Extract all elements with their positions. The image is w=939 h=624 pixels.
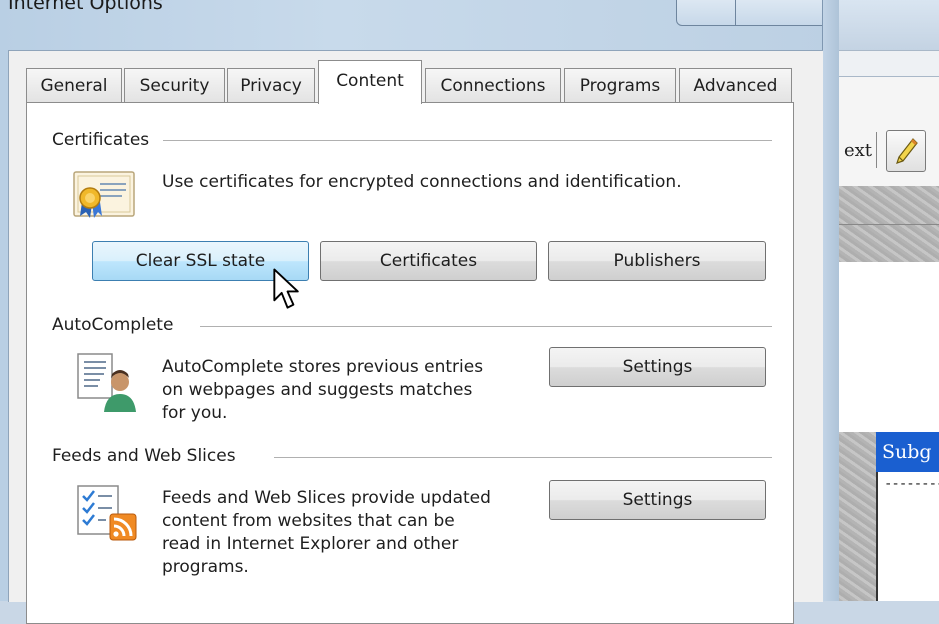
toolbar-separator [876,132,877,168]
tab-programs[interactable]: Programs [564,68,676,102]
mouse-pointer-icon [273,268,299,309]
background-menu-band [838,50,939,77]
group-divider [160,140,772,141]
feeds-description-line: content from websites that can be [162,511,455,531]
tab-connections[interactable]: Connections [425,68,561,102]
pencil-button[interactable] [886,130,926,172]
group-divider [274,457,772,458]
tab-content[interactable]: Content [318,60,422,104]
tab-security[interactable]: Security [124,68,225,102]
background-window: ext Subg -------- [838,0,939,601]
tab-privacy[interactable]: Privacy [227,68,315,102]
certificates-description: Use certificates for encrypted connectio… [162,172,682,192]
autocomplete-description-line: on webpages and suggests matches [162,380,473,400]
background-stone-band [838,186,939,224]
feeds-description: Feeds and Web Slices provide updated con… [162,487,491,579]
dialog-right-border [822,0,839,601]
feeds-group-label: Feeds and Web Slices [52,446,250,466]
group-divider [200,326,772,327]
autocomplete-user-icon [77,353,136,412]
background-table-header: Subg [876,432,939,472]
caption-buttons[interactable] [676,0,828,26]
feed-checklist-icon [77,485,137,541]
pencil-icon [896,138,918,164]
background-content-area [838,262,939,432]
certificates-button[interactable]: Certificates [320,241,537,281]
background-header-text: Subg [882,441,932,463]
background-toolbar-label[interactable]: ext [844,140,872,161]
background-stone-column [838,432,876,601]
dialog-title: Internet Options [8,0,163,14]
background-window-titlebar [838,0,939,50]
certificate-icon [73,171,135,218]
feeds-description-line: Feeds and Web Slices provide updated [162,488,491,508]
background-stone-band [838,224,939,263]
tab-advanced[interactable]: Advanced [679,68,792,102]
feeds-description-line: programs. [162,557,249,577]
publishers-button[interactable]: Publishers [548,241,766,281]
autocomplete-description-line: for you. [162,403,228,423]
autocomplete-description: AutoComplete stores previous entries on … [162,356,483,425]
background-cell-text: -------- [884,476,939,492]
feeds-description-line: read in Internet Explorer and other [162,534,459,554]
tab-general[interactable]: General [26,68,122,102]
background-table-cell: -------- [876,472,939,601]
autocomplete-group-label: AutoComplete [52,315,188,335]
certificates-group-label: Certificates [52,130,164,150]
autocomplete-settings-button[interactable]: Settings [549,347,766,387]
feeds-settings-button[interactable]: Settings [549,480,766,520]
autocomplete-description-line: AutoComplete stores previous entries [162,357,484,377]
